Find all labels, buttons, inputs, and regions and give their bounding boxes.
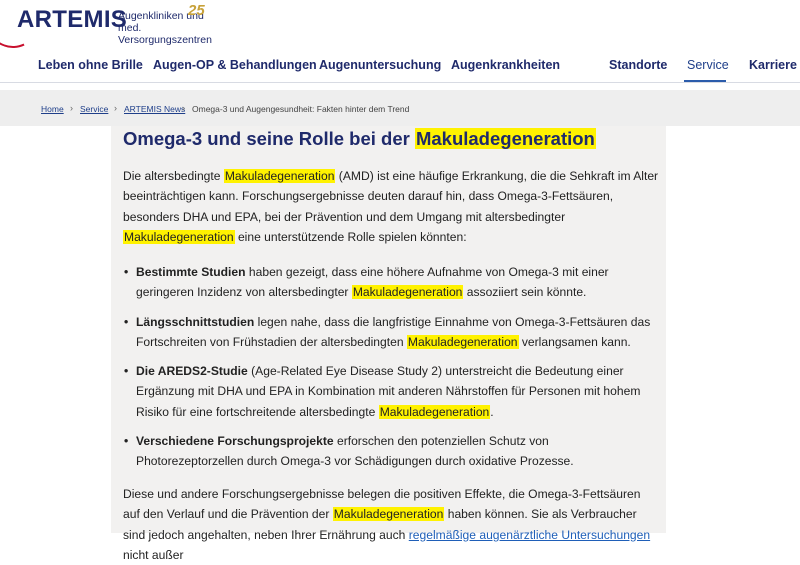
nav-karriere[interactable]: Karriere (749, 58, 797, 72)
logo-tagline: Augenkliniken und med. Versorgungszentre… (118, 10, 230, 46)
logo-wordmark: ARTEMIS (17, 6, 128, 33)
nav-augenkrankheiten[interactable]: Augenkrankheiten (451, 58, 560, 72)
text-run: verlangsamen kann. (518, 334, 631, 349)
text-run: nicht außer (123, 547, 184, 562)
breadcrumb-current: Omega-3 und Augengesundheit: Fakten hint… (192, 104, 410, 114)
text-run: assoziiert sein könnte. (463, 285, 587, 300)
text-run: . (490, 404, 494, 419)
nav-augenuntersuchung[interactable]: Augenuntersuchung (319, 58, 441, 72)
article-heading: Omega-3 und seine Rolle bei der Makulade… (123, 126, 596, 152)
nav-standorte[interactable]: Standorte (609, 58, 667, 72)
eye-exam-link[interactable]: regelmäßige augenärztliche Untersuchunge… (409, 528, 650, 542)
breadcrumb-home[interactable]: Home (41, 104, 64, 114)
breadcrumb-service[interactable]: Service (80, 104, 108, 114)
breadcrumb-separator: › (182, 103, 185, 113)
list-item: Verschiedene Forschungsprojekte erforsch… (123, 431, 659, 472)
keyword-highlight: Makuladegeneration (332, 507, 445, 522)
item-bold: Die AREDS2-Studie (136, 364, 248, 379)
breadcrumb-separator: › (70, 103, 73, 113)
logo-tagline-line1: Augenkliniken und (118, 10, 204, 22)
list-item: Die AREDS2-Studie (Age-Related Eye Disea… (123, 361, 659, 422)
keyword-highlight: Makuladegeneration (406, 334, 519, 349)
heading-highlight: Makuladegeneration (414, 128, 596, 149)
keyword-highlight: Makuladegeneration (223, 169, 336, 183)
item-bold: Verschiedene Forschungsprojekte (136, 434, 334, 449)
artemis-logo[interactable]: ARTEMIS Augenkliniken und med. Versorgun… (0, 0, 230, 56)
nav-leben-ohne-brille[interactable]: Leben ohne Brille (38, 58, 143, 72)
breadcrumb-artemis-news[interactable]: ARTEMIS News (124, 104, 185, 114)
findings-list: Bestimmte Studien haben gezeigt, dass ei… (123, 262, 659, 481)
logo-tagline-line2: med. Versorgungszentren (118, 22, 212, 46)
text-run: Die altersbedingte (123, 169, 224, 183)
nav-augen-op[interactable]: Augen-OP & Behandlungen (153, 58, 317, 72)
list-item: Längsschnittstudien legen nahe, dass die… (123, 312, 659, 353)
keyword-highlight: Makuladegeneration (378, 404, 491, 419)
breadcrumb-separator: › (114, 103, 117, 113)
intro-paragraph: Die altersbedingte Makuladegeneration (A… (123, 166, 659, 247)
keyword-highlight: Makuladegeneration (123, 229, 235, 244)
anniversary-number: 25 (188, 2, 205, 19)
keyword-highlight: Makuladegeneration (351, 285, 464, 300)
heading-text: Omega-3 und seine Rolle bei der (123, 128, 415, 149)
conclusion-paragraph: Diese und andere Forschungsergebnisse be… (123, 484, 659, 565)
nav-divider (0, 82, 800, 83)
list-item: Bestimmte Studien haben gezeigt, dass ei… (123, 262, 659, 303)
main-nav: Leben ohne Brille Augen-OP & Behandlunge… (0, 58, 800, 80)
text-run: eine unterstützende Rolle spielen könnte… (234, 229, 467, 244)
item-bold: Bestimmte Studien (136, 265, 246, 279)
site-header: ARTEMIS Augenkliniken und med. Versorgun… (0, 0, 800, 83)
breadcrumb: Home › Service › ARTEMIS News › Omega-3 … (0, 90, 800, 126)
nav-service[interactable]: Service (687, 58, 729, 72)
anniversary-badge: 25 (188, 2, 205, 19)
item-bold: Längsschnittstudien (136, 314, 255, 329)
